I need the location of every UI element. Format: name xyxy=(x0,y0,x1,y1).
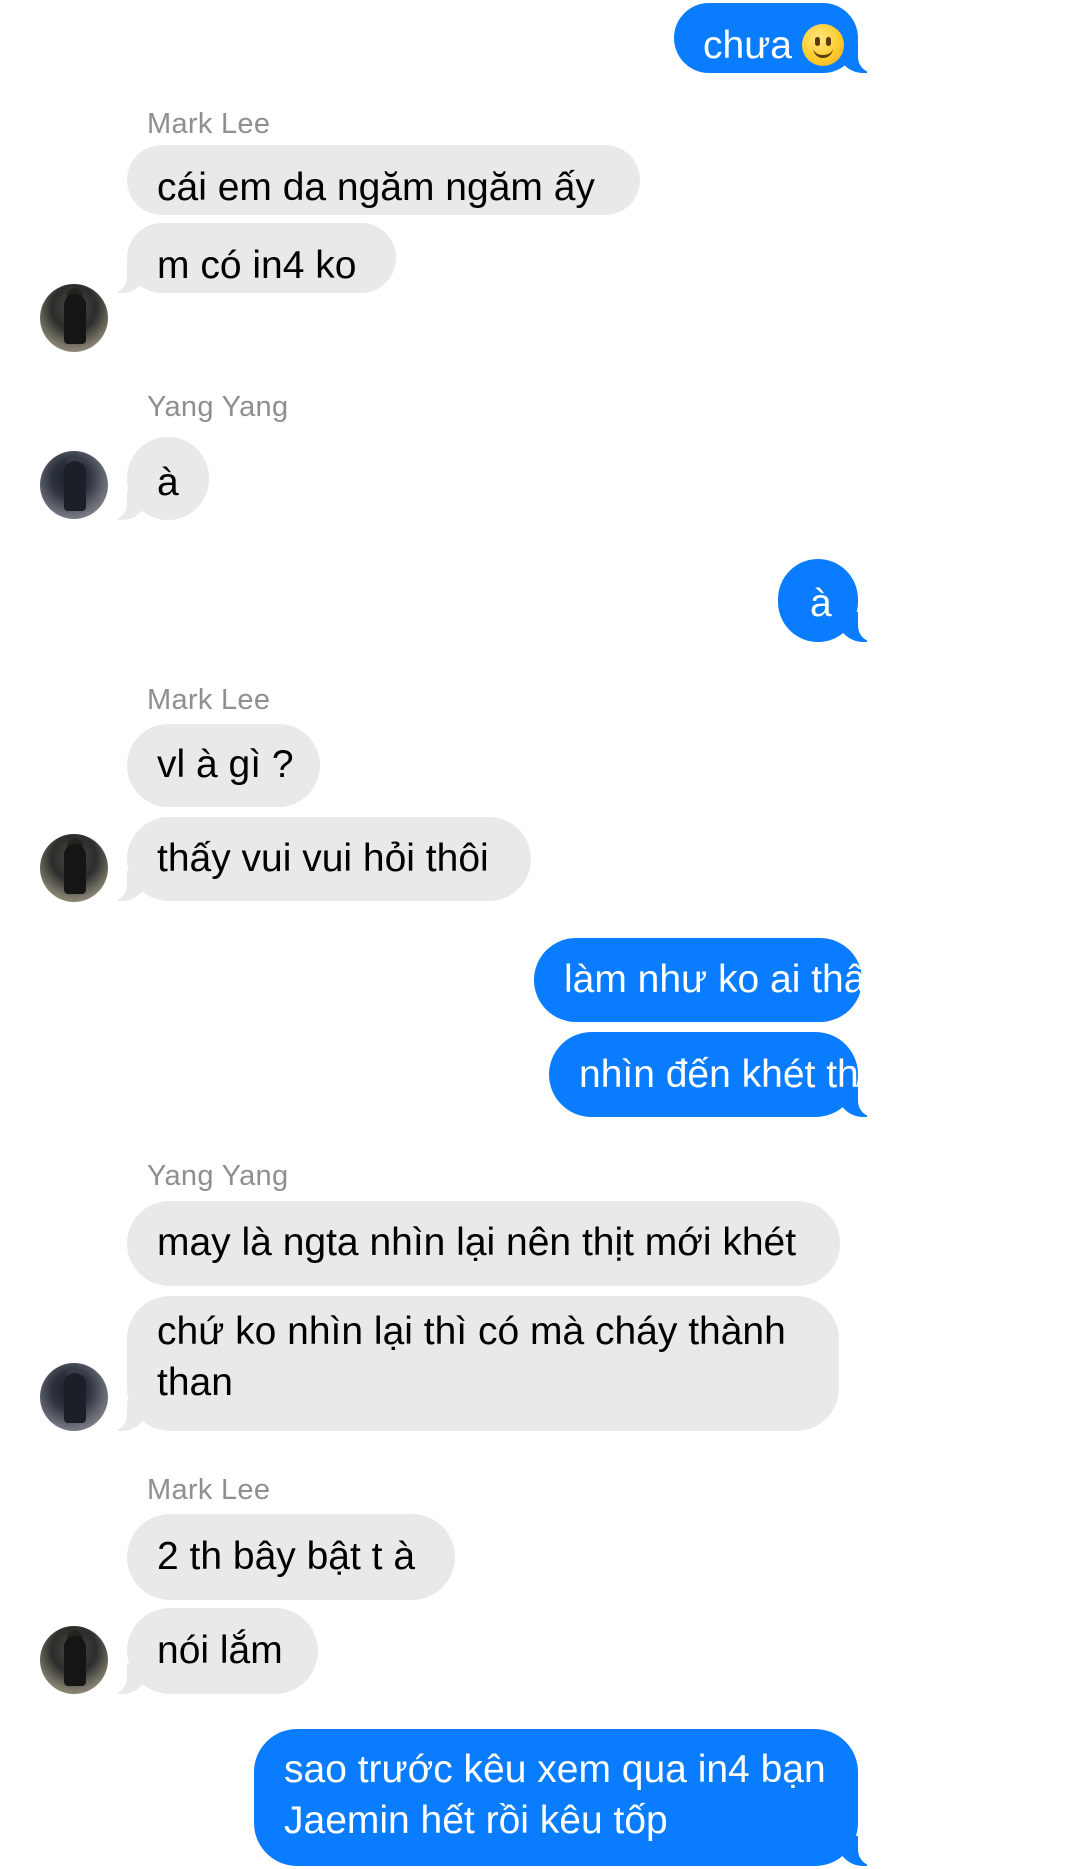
sender-name: Yang Yang xyxy=(147,1160,289,1192)
sender-name: Yang Yang xyxy=(147,391,289,423)
message-text: may là ngta nhìn lại nên thịt mới khét xyxy=(157,1221,797,1264)
sender-name: Mark Lee xyxy=(147,108,271,140)
message-text: nhìn đến khét thịt xyxy=(579,1053,879,1096)
message-bubble-outgoing[interactable]: sao trước kêu xem qua in4 bạn Jaemin hết… xyxy=(254,1729,876,1866)
avatar[interactable] xyxy=(40,1363,108,1431)
sender-name: Mark Lee xyxy=(147,684,271,716)
slightly-smiling-face-emoji-icon xyxy=(802,24,844,66)
message-text: à xyxy=(810,582,832,625)
message-text: nói lắm xyxy=(157,1629,283,1672)
message-bubble-incoming[interactable]: m có in4 ko xyxy=(109,223,396,293)
message-bubble-incoming[interactable]: vl à gì ? xyxy=(127,724,320,807)
avatar[interactable] xyxy=(40,1626,108,1694)
message-bubble-incoming[interactable]: chứ ko nhìn lại thì có mà cháy thành tha… xyxy=(109,1296,839,1431)
message-text: 2 th bây bật t à xyxy=(157,1535,416,1578)
message-bubble-outgoing[interactable]: chưa xyxy=(674,3,876,73)
message-text: cái em da ngăm ngăm ấy xyxy=(157,166,595,209)
message-text: làm như ko ai thấy xyxy=(564,958,885,1001)
message-text: m có in4 ko xyxy=(157,244,357,287)
sender-name: Mark Lee xyxy=(147,1474,271,1506)
message-text: thấy vui vui hỏi thôi xyxy=(157,837,489,880)
message-bubble-incoming[interactable]: nói lắm xyxy=(109,1608,318,1694)
message-text: vl à gì ? xyxy=(157,743,294,786)
message-text: chưa xyxy=(703,24,792,67)
message-text: à xyxy=(157,461,179,504)
avatar[interactable] xyxy=(40,284,108,352)
message-bubble-outgoing[interactable]: làm như ko ai thấy xyxy=(534,938,885,1022)
message-bubble-incoming[interactable]: cái em da ngăm ngăm ấy xyxy=(127,145,640,215)
message-bubble-incoming[interactable]: thấy vui vui hỏi thôi xyxy=(109,817,531,901)
message-bubble-incoming[interactable]: 2 th bây bật t à xyxy=(127,1514,455,1600)
avatar[interactable] xyxy=(40,451,108,519)
message-text: chứ ko nhìn lại thì có mà cháy thành tha… xyxy=(157,1310,786,1404)
message-bubble-incoming[interactable]: may là ngta nhìn lại nên thịt mới khét xyxy=(127,1201,840,1286)
message-bubble-outgoing[interactable]: nhìn đến khét thịt xyxy=(549,1032,878,1117)
message-text: sao trước kêu xem qua in4 bạn Jaemin hết… xyxy=(284,1748,826,1842)
avatar[interactable] xyxy=(40,834,108,902)
message-bubble-outgoing[interactable]: à xyxy=(778,559,876,642)
message-bubble-incoming[interactable]: à xyxy=(109,437,209,520)
